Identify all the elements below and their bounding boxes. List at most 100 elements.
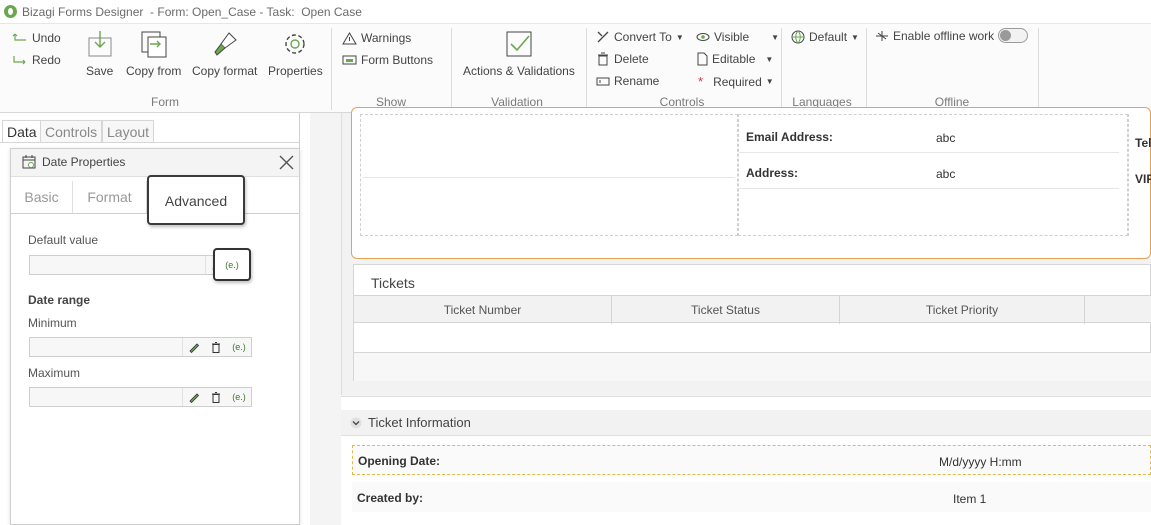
save-button[interactable]: Save xyxy=(86,29,113,78)
tab-controls[interactable]: Controls xyxy=(40,120,103,142)
save-icon xyxy=(88,31,112,57)
redo-label: Redo xyxy=(32,53,61,67)
redo-icon xyxy=(13,56,26,65)
undo-button[interactable]: Undo xyxy=(12,31,61,45)
language-dropdown[interactable]: Default ▼ xyxy=(791,30,859,44)
default-value-label: Default value xyxy=(28,233,99,247)
warning-icon xyxy=(342,31,357,44)
right-column: Tele VIF xyxy=(1128,114,1151,236)
divider xyxy=(363,177,735,178)
convert-to-label: Convert To xyxy=(614,30,672,44)
opening-date-value: M/d/yyyy H:mm xyxy=(939,455,1022,469)
created-by-value: Item 1 xyxy=(953,492,987,506)
rename-button[interactable]: Rename xyxy=(596,74,659,88)
editable-dropdown[interactable]: Editable ▼ xyxy=(696,52,773,66)
trash-icon xyxy=(598,52,608,66)
tickets-title: Tickets xyxy=(371,275,415,291)
save-label: Save xyxy=(86,64,114,78)
tab-format[interactable]: Format xyxy=(73,181,147,213)
expression-button[interactable]: (e.) xyxy=(227,338,251,356)
editable-label: Editable xyxy=(712,52,756,66)
visible-dropdown[interactable]: Visible ▼ xyxy=(696,30,779,44)
tickets-grid: Tickets Ticket Number Ticket Status Tick… xyxy=(353,264,1151,381)
column-su-partial[interactable]: Su xyxy=(1085,296,1151,324)
form-buttons-button[interactable]: Form Buttons xyxy=(342,53,433,67)
tickets-footer xyxy=(354,353,1151,381)
copy-format-button[interactable]: Copy format xyxy=(192,29,257,78)
opening-date-row[interactable]: Opening Date: M/d/yyyy H:mm xyxy=(352,445,1151,475)
tab-basic[interactable]: Basic xyxy=(11,181,73,213)
copy-from-button[interactable]: Copy from xyxy=(126,29,181,78)
address-value: abc xyxy=(936,167,956,181)
minimum-field: (e.) xyxy=(29,337,252,357)
tab-advanced[interactable]: Advanced xyxy=(147,175,245,225)
properties-button[interactable]: Properties xyxy=(268,29,323,78)
close-icon[interactable] xyxy=(279,155,294,170)
tab-divider xyxy=(0,142,299,143)
convert-to-button[interactable]: Convert To ▼ xyxy=(596,30,684,44)
column-ticket-priority[interactable]: Ticket Priority xyxy=(840,296,1085,324)
created-by-label: Created by: xyxy=(357,491,424,505)
tab-data[interactable]: Data xyxy=(2,120,42,142)
left-column xyxy=(360,114,738,236)
visible-label: Visible xyxy=(714,30,750,44)
middle-column: Email Address: abc Address: abc xyxy=(738,114,1128,236)
date-range-heading: Date range xyxy=(28,293,91,307)
edit-button[interactable] xyxy=(183,338,205,356)
offline-label: Enable offline work xyxy=(893,28,995,43)
edit-button[interactable] xyxy=(183,388,205,406)
eye-icon xyxy=(696,33,710,41)
actions-validations-button[interactable]: Actions & Validations xyxy=(463,29,575,78)
email-label: Email Address: xyxy=(746,130,833,144)
offline-toggle-row[interactable]: Enable offline work xyxy=(875,28,1029,43)
tab-layout[interactable]: Layout xyxy=(102,120,155,142)
customer-group: Email Address: abc Address: abc Tele VIF xyxy=(351,107,1151,259)
pencil-icon xyxy=(189,343,200,353)
group-divider xyxy=(1038,28,1039,110)
column-ticket-number[interactable]: Ticket Number xyxy=(354,296,612,324)
chevron-down-icon: ▼ xyxy=(675,32,684,42)
warnings-label: Warnings xyxy=(361,31,412,45)
minimum-label: Minimum xyxy=(28,316,77,330)
chevron-down-icon: ▼ xyxy=(771,32,780,42)
chevron-down-icon[interactable] xyxy=(350,417,362,429)
ticket-info-header[interactable]: Ticket Information xyxy=(341,410,1151,436)
default-value-input[interactable] xyxy=(30,256,206,274)
maximum-input[interactable] xyxy=(30,388,183,406)
dialog-header: Date Properties xyxy=(11,149,299,177)
language-label: Default xyxy=(809,30,848,44)
brush-icon xyxy=(214,32,237,56)
expression-button[interactable]: (e.) xyxy=(227,388,251,406)
required-dropdown[interactable]: * Required ▼ xyxy=(698,74,774,89)
vip-label-partial: VIF xyxy=(1135,172,1151,186)
copy-from-icon xyxy=(141,31,167,58)
tickets-header: Ticket Number Ticket Status Ticket Prior… xyxy=(354,295,1151,324)
created-by-row[interactable]: Created by: Item 1 xyxy=(352,482,1151,512)
form-canvas: Email Address: abc Address: abc Tele VIF… xyxy=(310,107,1151,525)
form-buttons-icon xyxy=(342,55,357,65)
address-label: Address: xyxy=(746,166,799,180)
delete-button[interactable] xyxy=(205,338,227,356)
group-divider xyxy=(331,28,332,110)
chevron-down-icon: ▼ xyxy=(851,32,859,42)
address-row: Address: abc xyxy=(739,157,1119,189)
redo-button[interactable]: Redo xyxy=(12,53,61,67)
dialog-title: Date Properties xyxy=(42,155,126,169)
warnings-button[interactable]: Warnings xyxy=(342,31,411,45)
trash-icon xyxy=(212,392,220,403)
expression-button[interactable]: (e.) xyxy=(213,248,251,281)
column-ticket-status[interactable]: Ticket Status xyxy=(612,296,840,324)
properties-label: Properties xyxy=(268,64,323,78)
delete-button[interactable] xyxy=(205,388,227,406)
delete-label: Delete xyxy=(614,52,649,66)
rename-label: Rename xyxy=(614,74,660,88)
minimum-input[interactable] xyxy=(30,338,183,356)
offline-toggle[interactable] xyxy=(998,28,1029,43)
ticket-info-title: Ticket Information xyxy=(368,415,471,430)
form-buttons-label: Form Buttons xyxy=(361,53,434,67)
ticket-info-section: Ticket Information Opening Date: M/d/yyy… xyxy=(341,396,1151,525)
expression-label: (e.) xyxy=(225,259,239,270)
delete-button[interactable]: Delete xyxy=(596,52,649,66)
copy-from-label: Copy from xyxy=(126,64,182,78)
ribbon: Undo Redo Save Copy from Copy format Pro… xyxy=(0,24,1151,113)
